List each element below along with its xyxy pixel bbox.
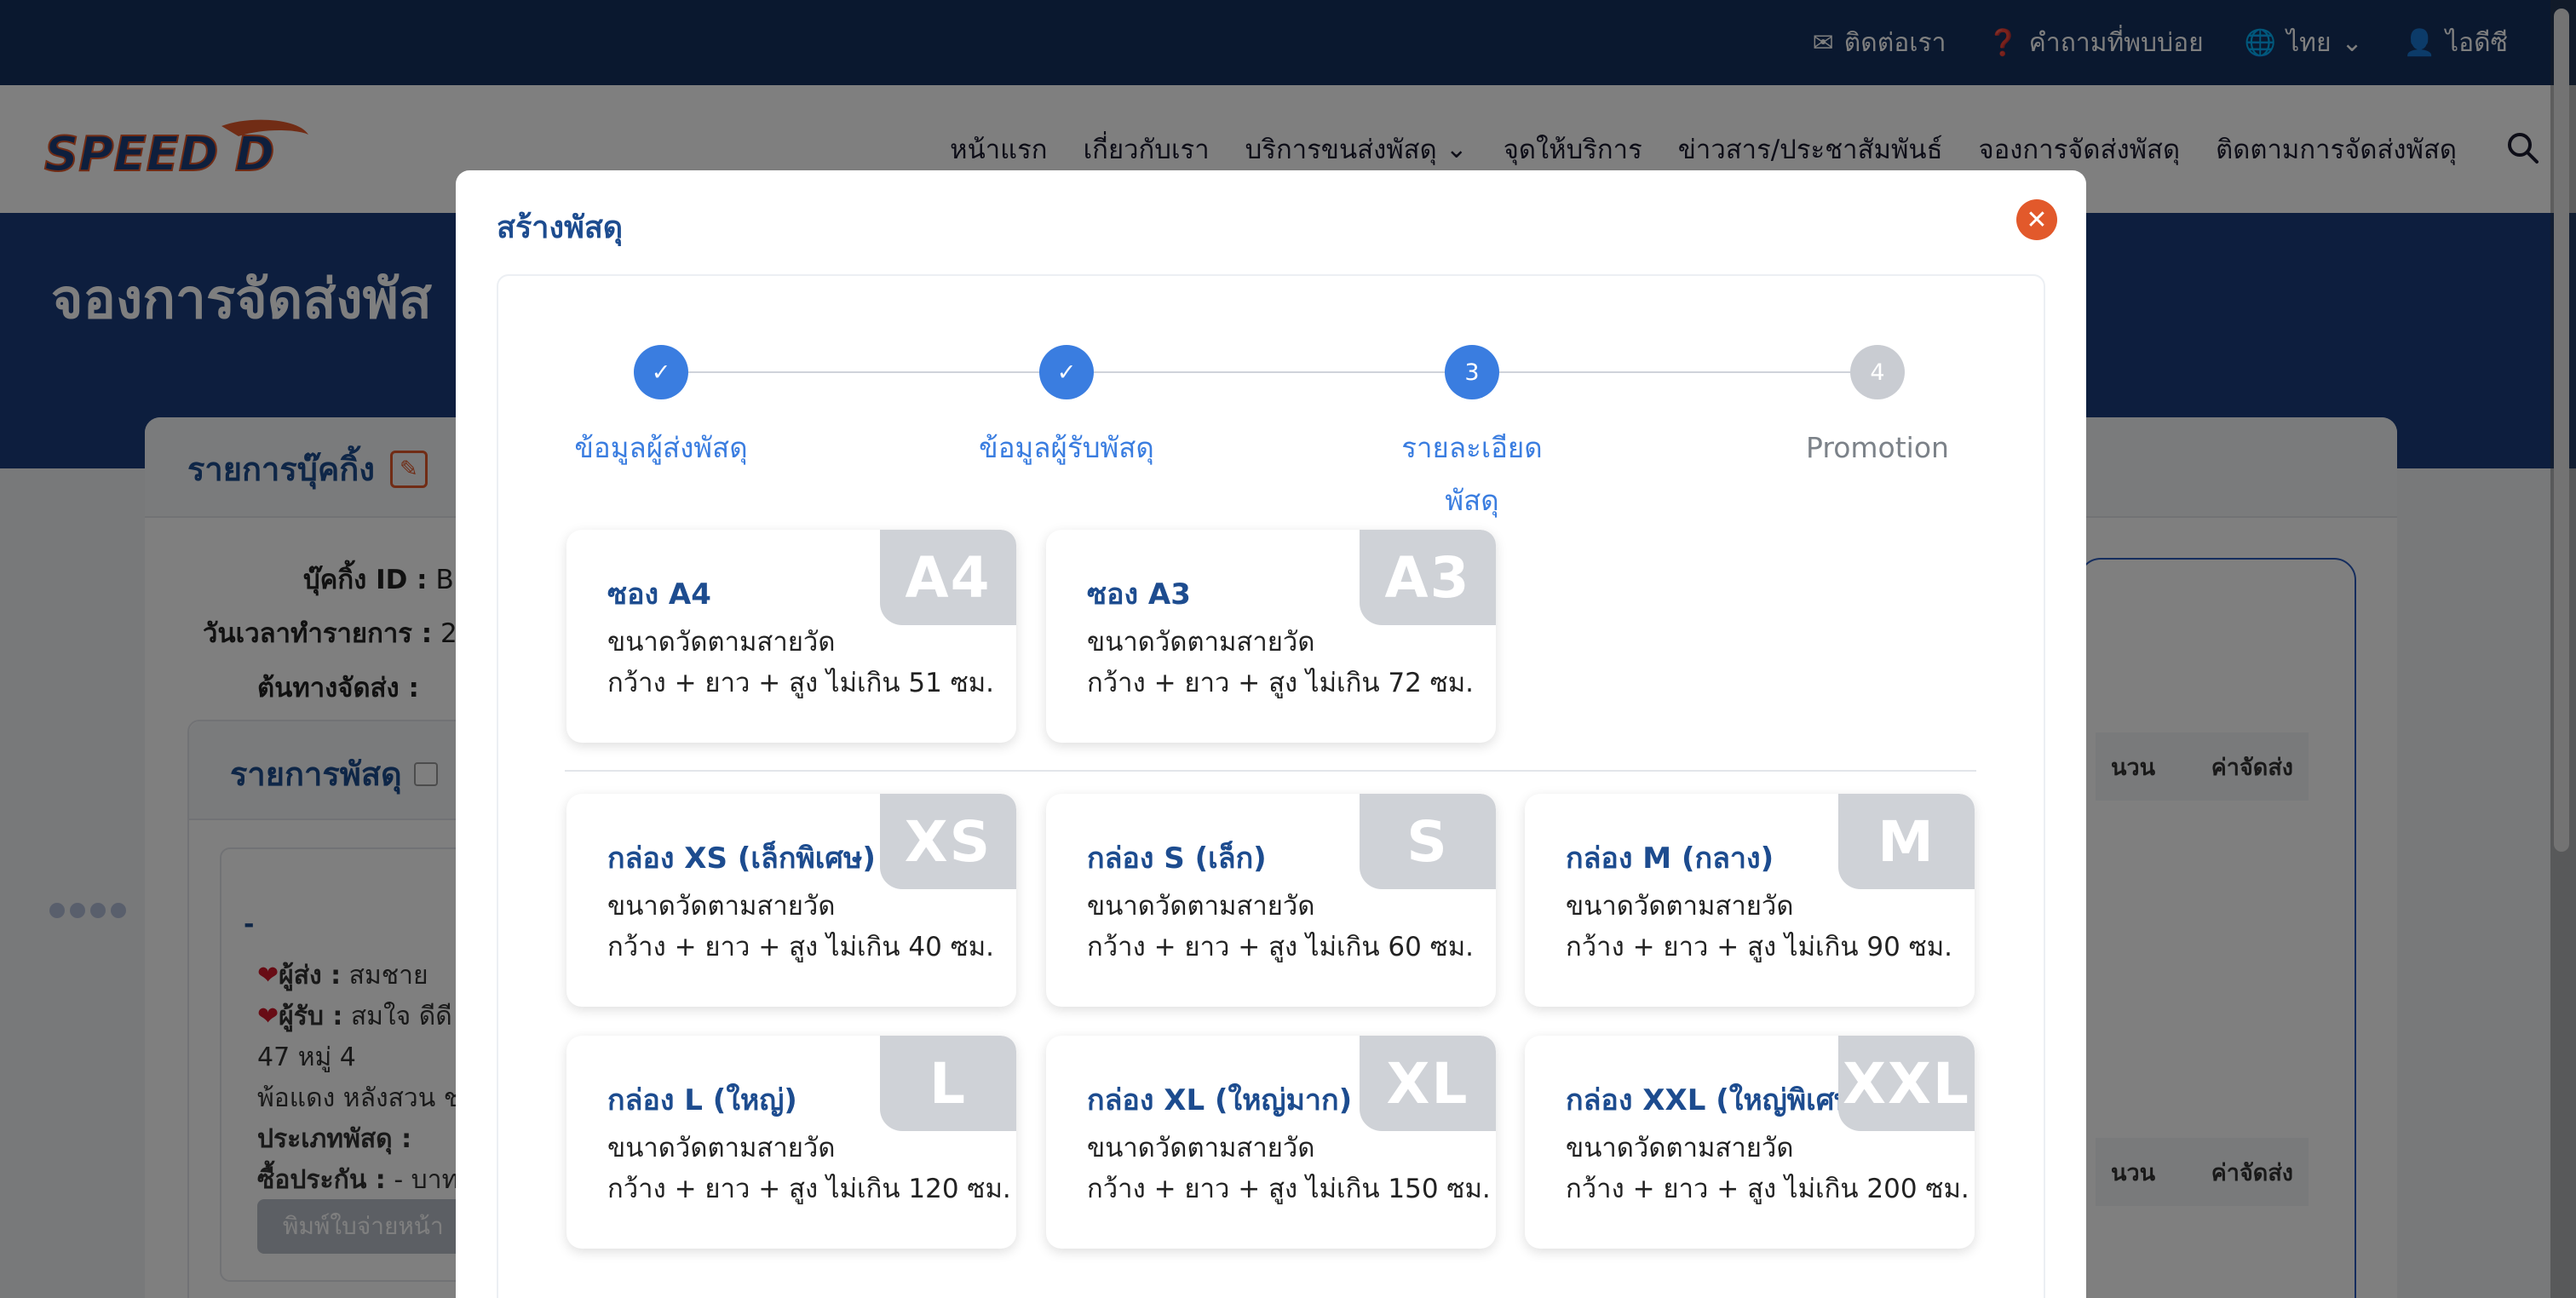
modal-title: สร้างพัสดุ: [497, 210, 624, 245]
step-1-indicator[interactable]: ✓: [634, 345, 688, 399]
check-icon: ✓: [651, 359, 671, 386]
package-badge: L: [880, 1036, 1016, 1131]
stepper-connector: [1094, 371, 1446, 373]
package-size-limit: กว้าง + ยาว + สูง ไม่เกิน 60 ซม.: [1087, 932, 1475, 962]
package-measure-note: ขนาดวัดตามสายวัด: [1087, 627, 1315, 658]
package-size-limit: กว้าง + ยาว + สูง ไม่เกิน 120 ซม.: [607, 1174, 1011, 1204]
step-2-label: ข้อมูลผู้รับพัสดุ: [979, 431, 1154, 464]
stepper-connector: [688, 371, 1041, 373]
step-3-indicator[interactable]: 3: [1445, 345, 1499, 399]
package-badge: S: [1360, 794, 1496, 889]
package-measure-note: ขนาดวัดตามสายวัด: [607, 627, 836, 658]
package-badge: XL: [1360, 1036, 1496, 1131]
package-name: กล่อง L (ใหญ่): [607, 1083, 797, 1117]
step-4-label: Promotion: [1806, 431, 1949, 464]
package-option-m[interactable]: M กล่อง M (กลาง) ขนาดวัดตามสายวัด กว้าง …: [1525, 794, 1975, 1007]
close-button[interactable]: ✕: [2016, 199, 2057, 240]
package-option-xs[interactable]: XS กล่อง XS (เล็กพิเศษ) ขนาดวัดตามสายวัด…: [566, 794, 1016, 1007]
step-3-label-line2: พัสดุ: [1445, 484, 1499, 517]
package-size-limit: กว้าง + ยาว + สูง ไม่เกิน 90 ซม.: [1566, 932, 1953, 962]
step-2-indicator[interactable]: ✓: [1039, 345, 1094, 399]
package-measure-note: ขนาดวัดตามสายวัด: [607, 1133, 836, 1163]
package-name: กล่อง XXL (ใหญ่พิเศษ: [1566, 1083, 1854, 1117]
package-badge: A3: [1360, 530, 1496, 625]
package-size-limit: กว้าง + ยาว + สูง ไม่เกิน 200 ซม.: [1566, 1174, 1969, 1204]
package-badge: XS: [880, 794, 1016, 889]
package-option-s[interactable]: S กล่อง S (เล็ก) ขนาดวัดตามสายวัด กว้าง …: [1046, 794, 1496, 1007]
package-size-limit: กว้าง + ยาว + สูง ไม่เกิน 40 ซม.: [607, 932, 995, 962]
package-measure-note: ขนาดวัดตามสายวัด: [1566, 891, 1794, 922]
package-badge: XXL: [1838, 1036, 1975, 1131]
package-name: กล่อง XS (เล็กพิเศษ): [607, 841, 876, 876]
package-measure-note: ขนาดวัดตามสายวัด: [1566, 1133, 1794, 1163]
section-divider: [565, 770, 1976, 772]
package-option-l[interactable]: L กล่อง L (ใหญ่) ขนาดวัดตามสายวัด กว้าง …: [566, 1036, 1016, 1249]
package-size-limit: กว้าง + ยาว + สูง ไม่เกิน 72 ซม.: [1087, 668, 1475, 698]
package-name: กล่อง M (กลาง): [1566, 841, 1774, 876]
package-measure-note: ขนาดวัดตามสายวัด: [1087, 891, 1315, 922]
package-name: กล่อง XL (ใหญ่มาก): [1087, 1083, 1353, 1117]
package-option-a3[interactable]: A3 ซอง A3 ขนาดวัดตามสายวัด กว้าง + ยาว +…: [1046, 530, 1496, 743]
package-size-limit: กว้าง + ยาว + สูง ไม่เกิน 150 ซม.: [1087, 1174, 1491, 1204]
package-measure-note: ขนาดวัดตามสายวัด: [607, 891, 836, 922]
package-badge: A4: [880, 530, 1016, 625]
package-option-xl[interactable]: XL กล่อง XL (ใหญ่มาก) ขนาดวัดตามสายวัด ก…: [1046, 1036, 1496, 1249]
package-name: กล่อง S (เล็ก): [1087, 841, 1267, 876]
package-option-xxl[interactable]: กล่อง XXL (ใหญ่พิเศษ XXL ขนาดวัดตามสายวั…: [1525, 1036, 1975, 1249]
package-name: ซอง A3: [1087, 577, 1191, 612]
check-icon: ✓: [1056, 359, 1077, 386]
package-size-limit: กว้าง + ยาว + สูง ไม่เกิน 51 ซม.: [607, 668, 995, 698]
package-measure-note: ขนาดวัดตามสายวัด: [1087, 1133, 1315, 1163]
stepper-connector: [1499, 371, 1852, 373]
step-4-indicator[interactable]: 4: [1850, 345, 1905, 399]
package-badge: M: [1838, 794, 1975, 889]
step-1-label: ข้อมูลผู้ส่งพัสดุ: [574, 431, 748, 464]
package-name: ซอง A4: [607, 577, 711, 612]
package-option-a4[interactable]: A4 ซอง A4 ขนาดวัดตามสายวัด กว้าง + ยาว +…: [566, 530, 1016, 743]
step-3-label-line1: รายละเอียด: [1401, 431, 1543, 464]
close-icon: ✕: [2026, 204, 2048, 235]
